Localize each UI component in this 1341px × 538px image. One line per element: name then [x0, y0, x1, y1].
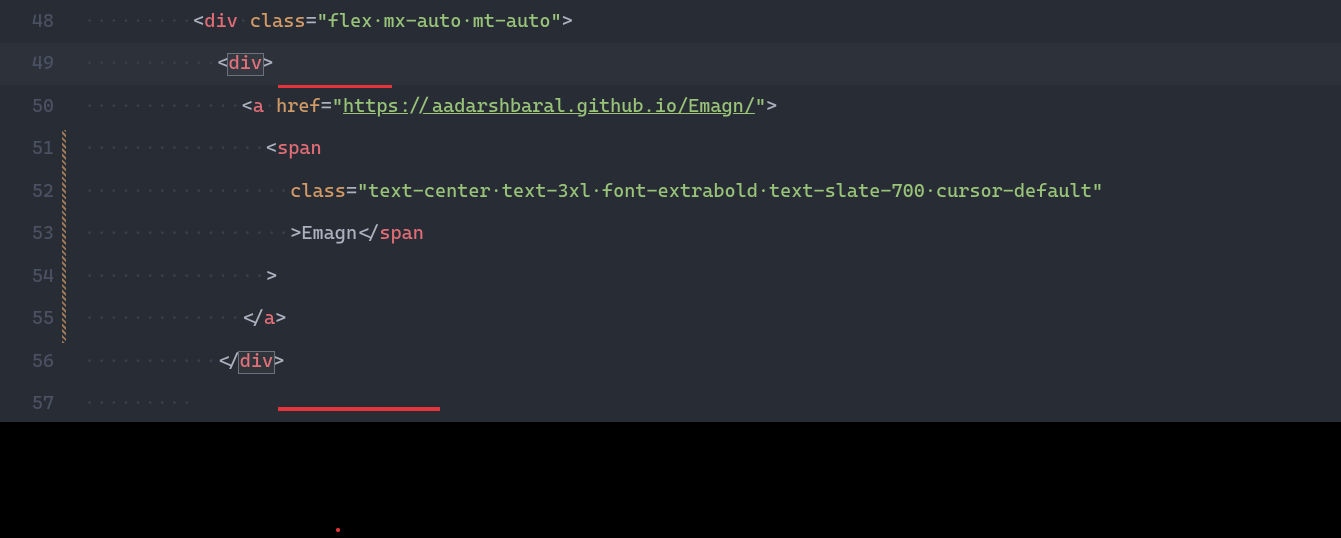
line-number: 50: [0, 97, 62, 116]
code-line[interactable]: 54 ···············>: [0, 255, 1341, 298]
code-content[interactable]: ·················>Emagn</span: [62, 224, 424, 243]
code-content[interactable]: ···········<div>: [62, 54, 273, 73]
line-number: 51: [0, 139, 62, 158]
match-highlight: div: [229, 54, 262, 73]
line-number: 52: [0, 182, 62, 201]
code-content[interactable]: ·············<a·href="https://aadarshbar…: [62, 97, 777, 116]
code-content[interactable]: ·················class="text-center·text…: [62, 182, 1103, 201]
code-line-active[interactable]: 49 ···········<div>: [0, 43, 1341, 86]
code-line[interactable]: 57 ·········: [0, 383, 1341, 426]
line-number: 57: [0, 394, 62, 413]
line-number: 49: [0, 54, 62, 73]
line-number: 56: [0, 352, 62, 371]
code-content[interactable]: ·········: [62, 394, 193, 413]
code-content[interactable]: ···········</div>: [62, 352, 284, 371]
code-line[interactable]: 56 ···········</div>: [0, 340, 1341, 383]
code-line[interactable]: 52 ·················class="text-center·t…: [0, 170, 1341, 213]
code-line[interactable]: 51 ···············<span: [0, 128, 1341, 171]
error-dot-icon: [336, 528, 340, 532]
line-number: 48: [0, 12, 62, 31]
line-number: 53: [0, 224, 62, 243]
code-content[interactable]: ·············</a>: [62, 309, 286, 328]
code-content[interactable]: ·········<div·class="flex·mx-auto·mt-aut…: [62, 12, 573, 31]
code-line[interactable]: 55 ·············</a>: [0, 298, 1341, 341]
code-editor[interactable]: 48 ·········<div·class="flex·mx-auto·mt-…: [0, 0, 1341, 422]
url-link[interactable]: https://aadarshbaral.github.io/Emagn/: [343, 97, 755, 116]
match-highlight: div: [240, 352, 273, 371]
code-line[interactable]: 48 ·········<div·class="flex·mx-auto·mt-…: [0, 0, 1341, 43]
line-number: 55: [0, 309, 62, 328]
code-line[interactable]: 50 ·············<a·href="https://aadarsh…: [0, 85, 1341, 128]
code-line[interactable]: 53 ·················>Emagn</span: [0, 213, 1341, 256]
code-content[interactable]: ···············<span: [62, 139, 322, 158]
code-content[interactable]: ···············>: [62, 267, 277, 286]
line-number: 54: [0, 267, 62, 286]
